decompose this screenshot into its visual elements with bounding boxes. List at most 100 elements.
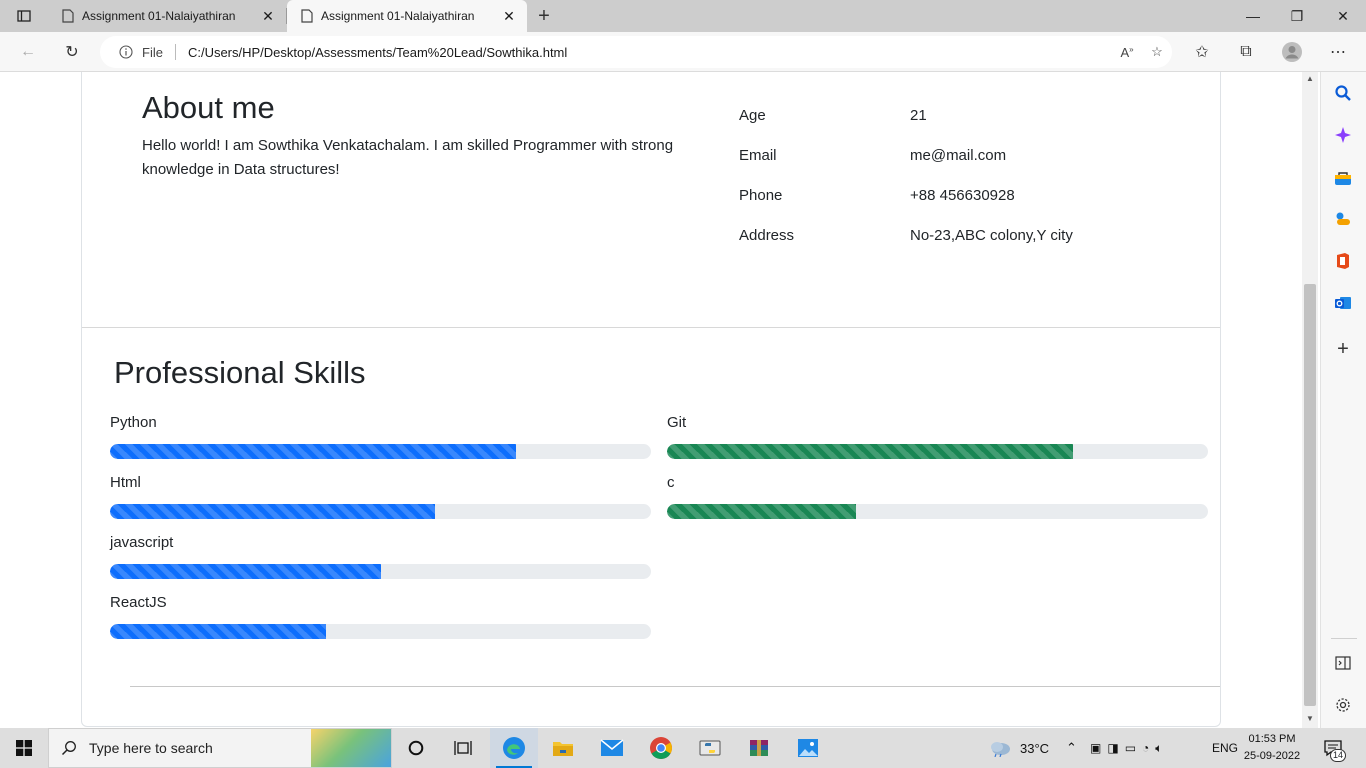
device-icon[interactable]: ▣: [1090, 741, 1101, 755]
taskbar-search[interactable]: Type here to search: [48, 728, 392, 768]
skill-label: c: [667, 474, 675, 491]
mail-icon: [600, 739, 624, 756]
more-icon: ⋯: [1330, 44, 1346, 61]
minimize-button[interactable]: —: [1230, 0, 1276, 32]
skill-progress-bar: [110, 504, 651, 519]
skills-heading: Professional Skills: [114, 355, 366, 390]
search-placeholder: Type here to search: [89, 740, 213, 756]
volume-icon[interactable]: 🔈︎: [1155, 741, 1162, 756]
task-view-button[interactable]: [440, 728, 488, 768]
hide-sidebar-icon[interactable]: [1332, 652, 1354, 674]
shopping-icon[interactable]: [1332, 167, 1354, 189]
add-favorite-icon[interactable]: ☆: [1142, 44, 1172, 60]
battery-icon[interactable]: ▭: [1125, 741, 1136, 755]
games-icon[interactable]: [1332, 208, 1354, 230]
start-button[interactable]: [0, 728, 48, 768]
winrar-icon: [750, 740, 768, 756]
chevron-up-icon: ⌃: [1066, 740, 1077, 755]
avatar: [1282, 42, 1302, 62]
skill-progress-bar: [110, 444, 651, 459]
page-icon: [54, 9, 82, 23]
info-label: Phone: [739, 187, 783, 204]
address-bar[interactable]: File C:/Users/HP/Desktop/Assessments/Tea…: [100, 36, 1172, 68]
weather-widget[interactable]: 33°C: [988, 728, 1049, 768]
skill-progress-fill: [110, 624, 327, 639]
tab-inactive[interactable]: Assignment 01-Nalaiyathiran ✕: [48, 0, 286, 32]
refresh-icon: ↻: [65, 44, 79, 61]
weather-temp: 33°C: [1020, 740, 1050, 756]
clock-time: 01:53 PM: [1248, 733, 1296, 745]
skill-label: Html: [110, 474, 141, 491]
page-scrollbar[interactable]: ▲ ▼: [1302, 72, 1318, 728]
new-tab-button[interactable]: +: [531, 4, 557, 28]
sidebar-settings-gear-icon[interactable]: [1332, 694, 1354, 716]
url-text[interactable]: C:/Users/HP/Desktop/Assessments/Team%20L…: [188, 45, 1112, 60]
profile-button[interactable]: [1276, 36, 1308, 68]
collections-icon: ⧉: [1240, 43, 1252, 60]
system-clock[interactable]: 01:53 PM 25-09-2022: [1240, 731, 1304, 765]
outlook-icon[interactable]: [1332, 292, 1354, 314]
python-idle-icon: [699, 740, 721, 756]
restore-button[interactable]: ❐: [1274, 0, 1320, 32]
system-tray-icons: ▣ ◨ ▭ ◔ 🔈︎: [1090, 728, 1162, 768]
page-viewport: About me Hello world! I am Sowthika Venk…: [0, 72, 1302, 728]
taskbar-python[interactable]: [686, 728, 734, 768]
favorites-star-icon: ✩: [1195, 44, 1209, 61]
close-tab-icon[interactable]: ✕: [497, 8, 521, 25]
back-button[interactable]: ←: [12, 36, 44, 68]
skill-progress-fill: [110, 564, 381, 579]
language-indicator[interactable]: ENG: [1212, 728, 1238, 768]
wifi-icon[interactable]: ◔: [1142, 741, 1149, 755]
tab-actions-button[interactable]: [8, 4, 40, 28]
skill-progress-fill: [667, 504, 857, 519]
clock-date: 25-09-2022: [1243, 750, 1301, 762]
add-sidebar-app-icon[interactable]: +: [1332, 338, 1354, 360]
info-icon[interactable]: [116, 45, 136, 59]
security-icon[interactable]: ◨: [1107, 741, 1118, 755]
taskbar-file-explorer[interactable]: [539, 728, 587, 768]
office-icon[interactable]: [1332, 250, 1354, 272]
skill-progress-bar: [667, 504, 1208, 519]
refresh-button[interactable]: ↻: [56, 36, 88, 68]
weather-cloud-icon: [991, 742, 1010, 757]
settings-menu-button[interactable]: ⋯: [1322, 36, 1354, 68]
taskbar-mail[interactable]: [588, 728, 636, 768]
folder-icon: [553, 742, 573, 756]
tab-title: Assignment 01-Nalaiyathiran: [321, 9, 475, 23]
tab-strip: Assignment 01-Nalaiyathiran ✕ Assignment…: [0, 0, 1366, 32]
close-window-button[interactable]: ✕: [1320, 0, 1366, 32]
taskbar-winrar[interactable]: [735, 728, 783, 768]
sparkle-icon[interactable]: [1332, 124, 1354, 146]
footer-divider: [130, 686, 1220, 687]
show-hidden-icons-button[interactable]: ⌃: [1066, 728, 1077, 768]
close-tab-icon[interactable]: ✕: [256, 8, 280, 25]
scroll-up-arrow-icon[interactable]: ▲: [1306, 74, 1314, 83]
skill-label: ReactJS: [110, 594, 167, 611]
skill-label: Git: [667, 414, 687, 431]
collections-button[interactable]: ⧉: [1230, 36, 1262, 68]
task-view-icon: [454, 741, 472, 755]
scroll-down-arrow-icon[interactable]: ▼: [1306, 714, 1314, 723]
search-icon[interactable]: [1332, 82, 1354, 104]
taskbar-chrome[interactable]: [637, 728, 685, 768]
favorites-button[interactable]: ✩: [1186, 36, 1218, 68]
skill-progress-bar: [110, 564, 651, 579]
scrollbar-thumb[interactable]: [1304, 284, 1316, 706]
cortana-circle-icon: [408, 740, 424, 756]
skill-progress-fill: [110, 504, 435, 519]
read-aloud-icon[interactable]: A»: [1112, 45, 1142, 60]
taskbar-edge[interactable]: [490, 728, 538, 768]
info-value: No-23,ABC colony,Y city: [910, 227, 1073, 244]
notification-center-button[interactable]: 14: [1318, 734, 1348, 762]
skill-progress-fill: [110, 444, 516, 459]
taskbar-photos[interactable]: [784, 728, 832, 768]
cortana-button[interactable]: [392, 728, 440, 768]
scheme-label: File: [142, 44, 163, 60]
address-divider: [174, 44, 176, 60]
section-divider: [82, 327, 1220, 328]
info-label: Age: [739, 107, 766, 124]
tab-active[interactable]: Assignment 01-Nalaiyathiran ✕: [287, 0, 527, 32]
skill-progress-fill: [667, 444, 1073, 459]
back-arrow-icon: ←: [20, 43, 36, 60]
search-highlight-image: [311, 729, 391, 767]
